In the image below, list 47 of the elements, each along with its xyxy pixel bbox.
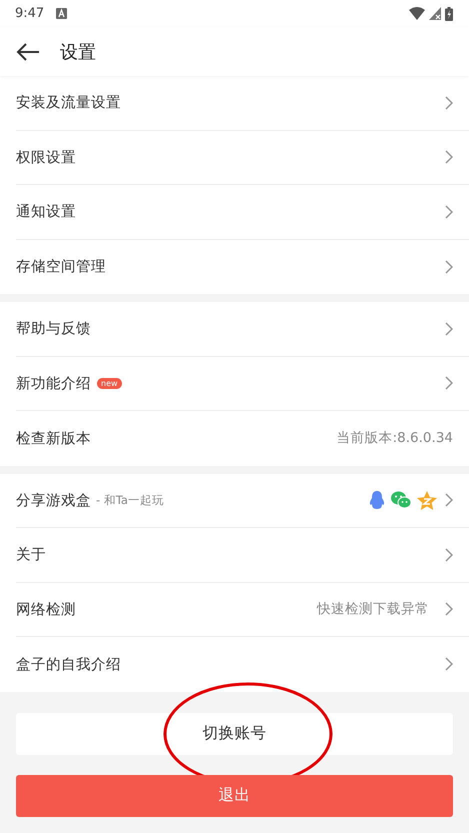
settings-row[interactable]: 分享游戏盒 - 和Ta一起玩	[16, 474, 469, 528]
row-label: 帮助与反馈	[16, 320, 91, 338]
wifi-icon	[409, 7, 425, 20]
row-label: 盒子的自我介绍	[16, 656, 121, 674]
row-label: 分享游戏盒	[16, 492, 91, 510]
row-value: 当前版本:8.6.0.34	[336, 429, 453, 448]
chevron-right-icon	[445, 96, 453, 110]
settings-row[interactable]: 检查新版本 当前版本:8.6.0.34	[16, 411, 469, 466]
settings-row[interactable]: 安装及流量设置	[16, 76, 469, 130]
battery-icon	[445, 6, 453, 20]
status-time: 9:47	[15, 6, 44, 21]
chevron-right-icon	[445, 602, 453, 616]
settings-row[interactable]: 通知设置	[16, 185, 469, 240]
penguin-icon[interactable]	[369, 490, 385, 510]
chevron-right-icon	[445, 260, 453, 274]
back-arrow-icon[interactable]	[16, 42, 40, 62]
star-icon[interactable]	[417, 490, 437, 510]
notification-icon	[56, 8, 68, 19]
row-subtitle: - 和Ta一起玩	[96, 492, 164, 508]
settings-row[interactable]: 关于	[16, 528, 469, 582]
chevron-right-icon	[445, 493, 453, 508]
row-label: 网络检测	[16, 600, 76, 619]
chevron-right-icon	[445, 322, 453, 336]
settings-row[interactable]: 帮助与反馈	[16, 302, 469, 356]
row-label: 通知设置	[16, 203, 76, 222]
row-label: 新功能介绍	[16, 374, 91, 393]
row-label: 存储空间管理	[16, 258, 106, 276]
row-label: 检查新版本	[16, 430, 91, 448]
chevron-right-icon	[445, 150, 453, 164]
settings-row[interactable]: 存储空间管理	[16, 240, 469, 294]
chevron-right-icon	[445, 204, 453, 219]
settings-row[interactable]: 盒子的自我介绍	[16, 637, 469, 692]
switch-account-button[interactable]: 切换账号	[16, 712, 453, 754]
row-label: 权限设置	[16, 148, 76, 167]
settings-row[interactable]: 网络检测 快速检测下载异常	[16, 582, 469, 637]
new-badge: new	[97, 378, 122, 389]
chevron-right-icon	[445, 657, 453, 672]
page-title: 设置	[60, 40, 96, 64]
row-label: 关于	[16, 546, 46, 564]
chevron-right-icon	[445, 376, 453, 390]
signal-icon	[429, 7, 441, 20]
chat-bubbles-icon[interactable]	[391, 491, 411, 510]
settings-row[interactable]: 权限设置	[16, 130, 469, 185]
row-label: 安装及流量设置	[16, 94, 121, 112]
chevron-right-icon	[445, 548, 453, 562]
settings-row[interactable]: 新功能介绍 new	[16, 356, 469, 411]
row-value: 快速检测下载异常	[317, 600, 429, 618]
